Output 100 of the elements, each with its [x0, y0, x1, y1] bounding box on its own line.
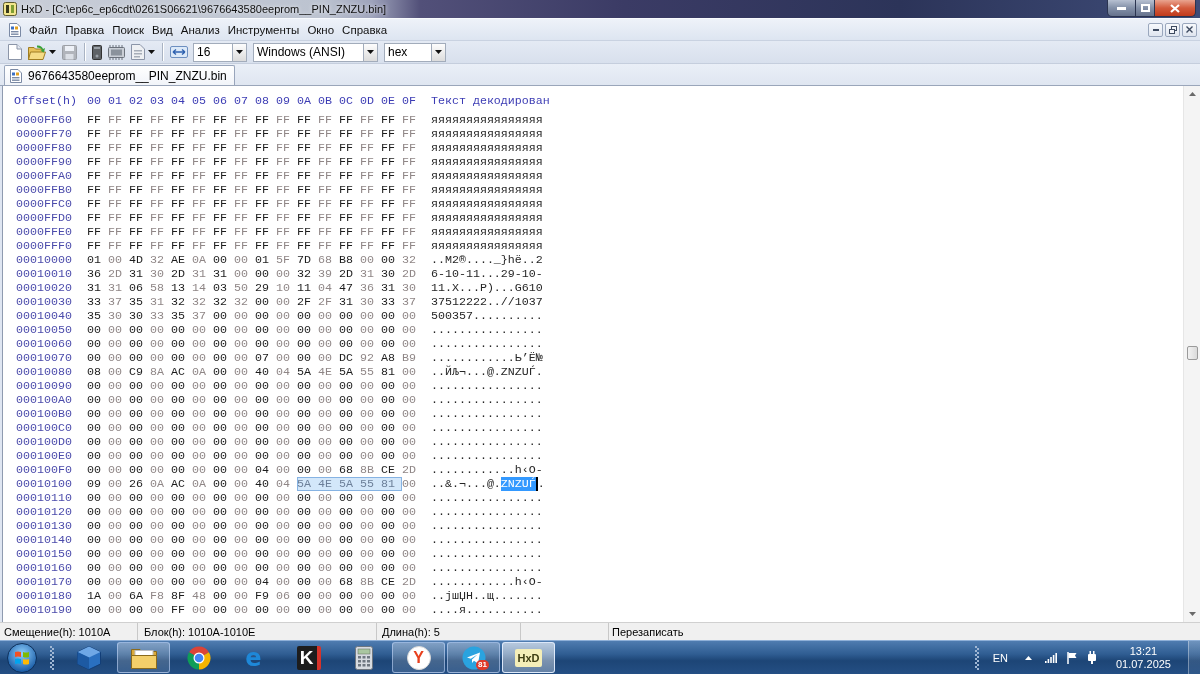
plug-icon[interactable] — [1086, 651, 1097, 664]
menu-item[interactable]: Анализ — [176, 21, 224, 38]
hex-byte: AC — [171, 365, 186, 379]
hex-byte: 00 — [150, 323, 165, 337]
hex-byte: FF — [276, 113, 291, 127]
hex-byte: 00 — [255, 547, 270, 561]
open-button[interactable] — [25, 42, 59, 62]
hex-byte: FF — [276, 155, 291, 169]
signal-bars-icon[interactable] — [1044, 652, 1057, 663]
menu-item[interactable]: Вид — [148, 21, 177, 38]
memory-button[interactable] — [105, 42, 128, 62]
hex-byte: 00 — [171, 561, 186, 575]
dropdown-button[interactable] — [431, 43, 445, 61]
caret-icon — [49, 50, 56, 54]
app-icon — [3, 2, 17, 16]
hex-byte: 00 — [150, 603, 165, 617]
scrollbar-thumb[interactable] — [1186, 346, 1198, 360]
close-button[interactable] — [1155, 0, 1196, 17]
hex-byte: FF — [339, 183, 354, 197]
language-indicator[interactable]: EN — [988, 651, 1012, 664]
hex-byte: FF — [192, 197, 207, 211]
close-button[interactable] — [1182, 22, 1197, 37]
hex-byte: FF — [360, 127, 375, 141]
hex-byte: 00 — [297, 435, 312, 449]
hex-byte: 00 — [87, 337, 102, 351]
clock[interactable]: 13:21 01.07.2025 — [1110, 644, 1176, 671]
hex-byte: 00 — [402, 477, 417, 491]
hex-byte: 00 — [213, 547, 228, 561]
disk-button[interactable] — [89, 42, 105, 62]
taskbar-button[interactable]: 81 — [447, 642, 500, 673]
hex-byte: 00 — [192, 603, 207, 617]
decoded-text: яяяяяяяяяяяяяяяя — [431, 239, 543, 253]
hex-byte: 00 — [171, 491, 186, 505]
show-desktop-button[interactable] — [1188, 641, 1200, 674]
menu-item[interactable]: Файл — [25, 21, 62, 38]
hex-byte: 00 — [276, 575, 291, 589]
menu-item[interactable]: Правка — [61, 21, 109, 38]
hex-byte: FF — [318, 169, 333, 183]
menu-item[interactable]: Окно — [303, 21, 339, 38]
hex-byte: FF — [108, 239, 123, 253]
hex-byte: 40 — [255, 365, 270, 379]
hex-byte: FF — [234, 113, 249, 127]
taskbar-button[interactable]: HxD — [502, 642, 555, 673]
hex-byte: 5A — [297, 477, 318, 491]
dropdown-button[interactable] — [232, 43, 246, 61]
hex-byte: 8B — [360, 463, 375, 477]
hex-byte: 00 — [276, 407, 291, 421]
hex-byte: FF — [171, 603, 186, 617]
flag-icon[interactable] — [1066, 651, 1077, 664]
export-button[interactable] — [128, 42, 158, 62]
combo-box[interactable]: Windows (ANSI) — [253, 42, 378, 62]
hex-byte: 00 — [213, 603, 228, 617]
hex-byte: FF — [297, 155, 312, 169]
hex-byte: FF — [87, 127, 102, 141]
hex-byte: 00 — [402, 603, 417, 617]
combo-box[interactable]: hex — [384, 42, 446, 62]
row-offset: 00010140 — [15, 533, 73, 547]
menu-item[interactable]: Поиск — [108, 21, 148, 38]
menu-item[interactable]: Справка — [338, 21, 392, 38]
hex-byte: 00 — [360, 547, 375, 561]
restore-button[interactable] — [1165, 22, 1180, 37]
hex-byte: 03 — [213, 281, 228, 295]
window-title: HxD - [C:\ep6c_ep6cdt\0261S06621\9676643580eeprom__PIN_ZNZU.bin] — [21, 3, 387, 15]
taskbar-button[interactable]: Y — [392, 642, 445, 673]
row-offset: 00010170 — [15, 575, 73, 589]
hex-byte: 00 — [360, 491, 375, 505]
taskbar-button[interactable] — [117, 642, 170, 673]
new-button[interactable] — [5, 42, 25, 62]
hex-byte: 00 — [297, 337, 312, 351]
hex-byte: 92 — [360, 351, 375, 365]
hex-byte: 32 — [234, 295, 249, 309]
maximize-button[interactable] — [1136, 0, 1155, 17]
hex-byte: FF — [87, 155, 102, 169]
taskbar-button[interactable]: K — [282, 642, 335, 673]
decoded-text: ..jшЏH..щ....... — [431, 589, 543, 603]
hex-byte: 00 — [402, 561, 417, 575]
hex-byte: 14 — [192, 281, 207, 295]
combo-box[interactable]: 16 — [193, 42, 247, 62]
scrollbar[interactable] — [1183, 86, 1200, 622]
hex-byte: 00 — [360, 379, 375, 393]
menu-item[interactable]: Инструменты — [223, 21, 304, 38]
paper-plane-icon — [461, 645, 486, 670]
dropdown-button[interactable] — [363, 43, 377, 61]
hex-byte: FF — [234, 169, 249, 183]
status-text: Блок(h): 1010A-1010E — [144, 625, 256, 638]
hex-byte: 00 — [381, 393, 396, 407]
tab[interactable]: 9676643580eeprom__PIN_ZNZU.bin — [4, 65, 235, 85]
hex-byte: 00 — [276, 491, 291, 505]
hex-byte: 01 — [255, 253, 270, 267]
hex-byte: 00 — [87, 547, 102, 561]
hex-byte: FF — [87, 169, 102, 183]
column-header: 06 — [213, 94, 228, 108]
minimize-button[interactable] — [1148, 22, 1163, 37]
hex-byte: 29 — [255, 281, 270, 295]
hex-byte: 00 — [213, 421, 228, 435]
hex-byte: FF — [339, 155, 354, 169]
folder-icon — [130, 646, 157, 669]
hex-byte: FF — [192, 183, 207, 197]
minimize-button[interactable] — [1107, 0, 1136, 17]
hex-byte: 00 — [339, 407, 354, 421]
